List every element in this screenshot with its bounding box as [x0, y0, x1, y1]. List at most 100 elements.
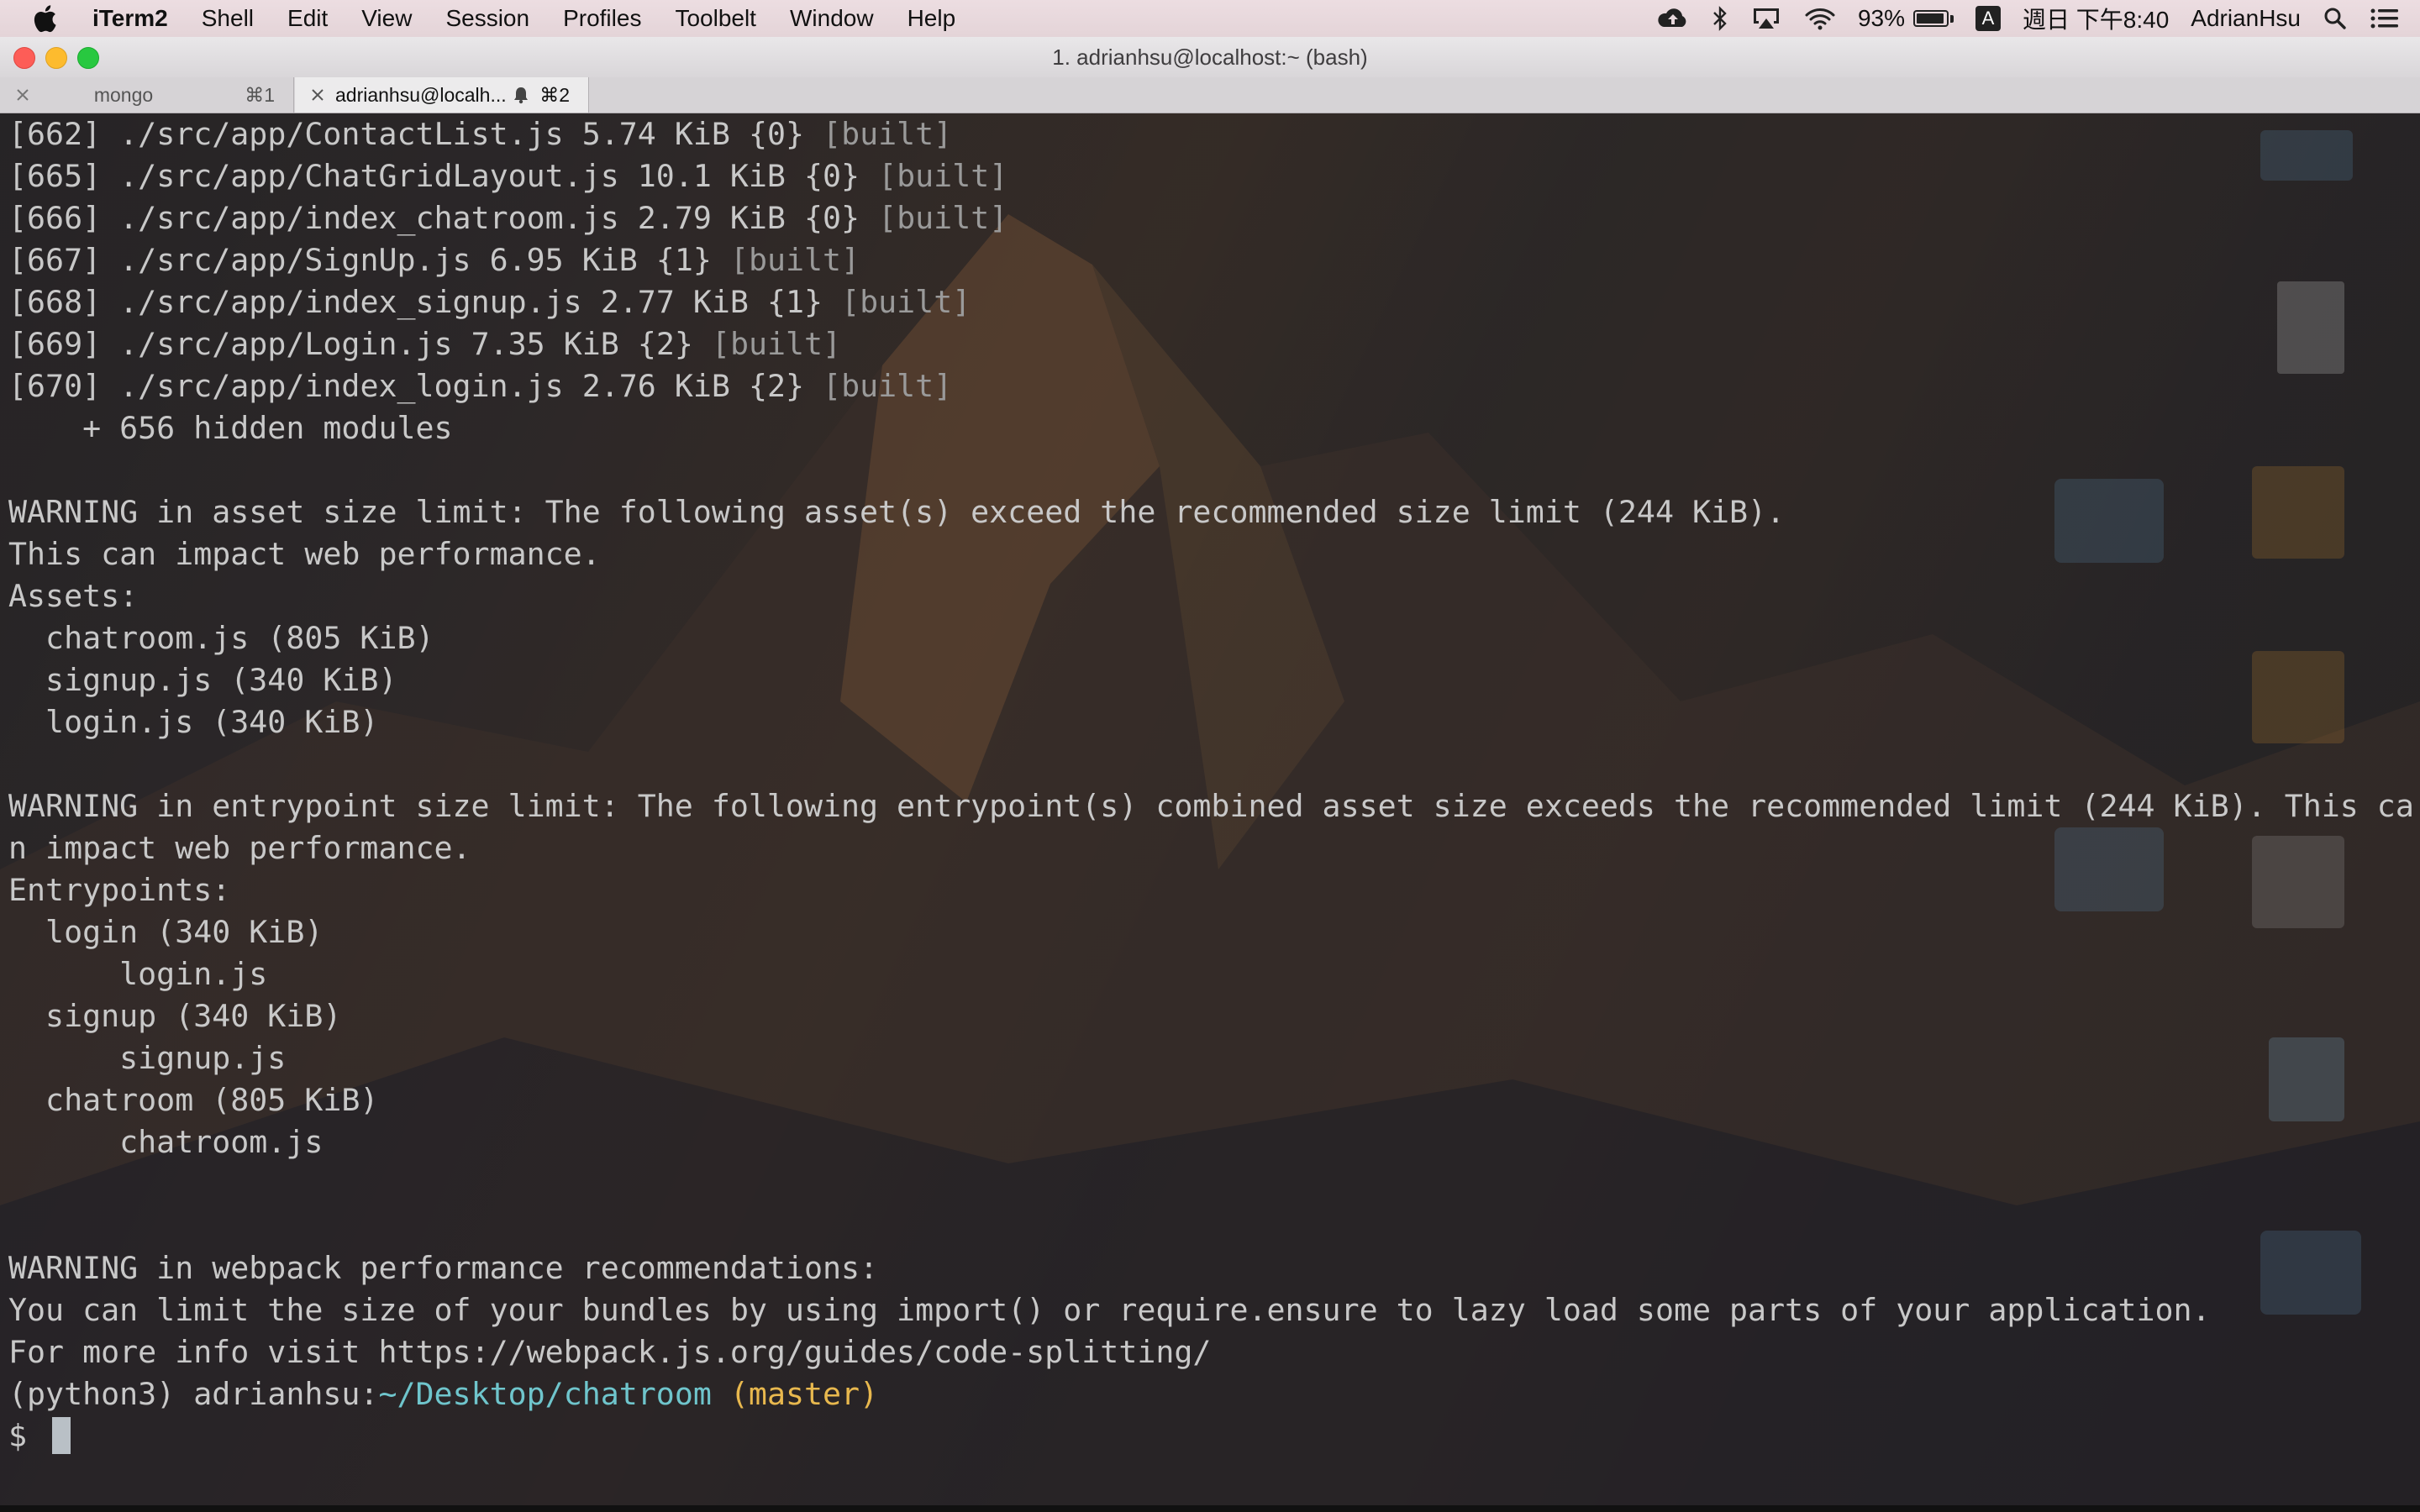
iterm-window: 1. adrianhsu@localhost:~ (bash) mongo ⌘1…: [0, 37, 2420, 1512]
module-id: [666]: [8, 200, 102, 236]
prompt-line: (python3) adrianhsu:~/Desktop/chatroom (…: [8, 1373, 2414, 1415]
module-chunk: {2}: [748, 368, 805, 404]
menu-view[interactable]: View: [361, 5, 412, 32]
cloud-upload-icon[interactable]: [1656, 7, 1690, 30]
menu-session[interactable]: Session: [445, 5, 529, 32]
tab-shortcut: ⌘2: [539, 83, 570, 106]
bell-icon: [514, 87, 528, 104]
asset-warning-line: This can impact web performance.: [8, 536, 601, 572]
module-line: [668] ./src/app/index_signup.js 2.77 KiB…: [8, 281, 2414, 323]
module-line: [662] ./src/app/ContactList.js 5.74 KiB …: [8, 113, 2414, 155]
module-status: [built]: [841, 284, 971, 320]
module-path: ./src/app/index_signup.js: [119, 284, 582, 320]
asset-warning-line: signup.js (340 KiB): [8, 662, 397, 698]
terminal-output: [662] ./src/app/ContactList.js 5.74 KiB …: [8, 113, 2414, 1457]
wifi-icon[interactable]: [1804, 6, 1836, 31]
performance-warning-line: WARNING in webpack performance recommend…: [8, 1250, 879, 1286]
title-bar[interactable]: 1. adrianhsu@localhost:~ (bash): [0, 37, 2420, 78]
prompt-branch: (master): [711, 1376, 879, 1412]
module-path: ./src/app/index_chatroom.js: [119, 200, 619, 236]
clock[interactable]: 週日 下午8:40: [2023, 2, 2169, 35]
menu-shell[interactable]: Shell: [202, 5, 254, 32]
performance-warning-line: You can limit the size of your bundles b…: [8, 1292, 2211, 1328]
entrypoint-warning-line: chatroom.js: [8, 1124, 324, 1160]
tab-label: adrianhsu@localh...: [335, 83, 507, 106]
notification-center-icon[interactable]: [2370, 7, 2400, 30]
prompt-path: ~/Desktop/chatroom: [378, 1376, 712, 1412]
asset-warning-line: chatroom.js (805 KiB): [8, 620, 434, 656]
airplay-icon[interactable]: [1750, 6, 1782, 31]
dock-edge: [0, 1505, 2420, 1512]
module-line: [669] ./src/app/Login.js 7.35 KiB {2} [b…: [8, 323, 2414, 365]
module-size: 7.35 KiB: [471, 326, 619, 362]
module-id: [669]: [8, 326, 102, 362]
module-id: [665]: [8, 158, 102, 194]
module-id: [667]: [8, 242, 102, 278]
module-id: [662]: [8, 116, 102, 152]
module-path: ./src/app/SignUp.js: [119, 242, 471, 278]
tab-close-icon[interactable]: [13, 86, 32, 104]
tab-bar: mongo ⌘1 adrianhsu@localh... ⌘2: [0, 77, 2420, 113]
prompt-symbol: $: [8, 1418, 46, 1454]
entrypoint-warning-line: WARNING in entrypoint size limit: The fo…: [8, 788, 2414, 824]
apple-icon[interactable]: [32, 4, 57, 33]
status-area: 93% A 週日 下午8:40 AdrianHsu: [1634, 2, 2400, 35]
module-path: ./src/app/ChatGridLayout.js: [119, 158, 619, 194]
module-id: [670]: [8, 368, 102, 404]
text-cursor[interactable]: [52, 1416, 71, 1454]
input-method-icon[interactable]: A: [1975, 6, 2001, 31]
input-line[interactable]: $: [8, 1415, 2414, 1457]
module-status: [built]: [823, 116, 953, 152]
module-status: [built]: [878, 158, 1008, 194]
module-path: ./src/app/ContactList.js: [119, 116, 564, 152]
prompt-user: adrianhsu:: [193, 1376, 379, 1412]
user-name[interactable]: AdrianHsu: [2191, 5, 2301, 32]
asset-warning-line: login.js (340 KiB): [8, 704, 379, 740]
battery-percent[interactable]: 93%: [1858, 5, 1905, 32]
module-size: 10.1 KiB: [637, 158, 786, 194]
module-size: 5.74 KiB: [581, 116, 730, 152]
bluetooth-icon[interactable]: [1712, 5, 1728, 32]
module-size: 2.79 KiB: [637, 200, 786, 236]
entrypoint-warning-line: Entrypoints:: [8, 872, 231, 908]
window-title: 1. adrianhsu@localhost:~ (bash): [1052, 45, 1368, 70]
tab-shortcut: ⌘1: [245, 83, 275, 106]
menu-toolbelt[interactable]: Toolbelt: [675, 5, 756, 32]
performance-warning-line: For more info visit https://webpack.js.o…: [8, 1334, 1212, 1370]
entrypoint-warning-line: login (340 KiB): [8, 914, 324, 950]
battery-icon[interactable]: [1912, 10, 1954, 27]
spotlight-search-icon[interactable]: [2323, 6, 2348, 31]
module-line: [667] ./src/app/SignUp.js 6.95 KiB {1} […: [8, 239, 2414, 281]
module-size: 2.77 KiB: [600, 284, 749, 320]
module-size: 6.95 KiB: [489, 242, 638, 278]
tab-mongo[interactable]: mongo ⌘1: [0, 77, 294, 113]
asset-warning-line: Assets:: [8, 578, 139, 614]
battery-level-fill: [1916, 13, 1944, 24]
module-line: [666] ./src/app/index_chatroom.js 2.79 K…: [8, 197, 2414, 239]
tab-bash[interactable]: adrianhsu@localh... ⌘2: [295, 77, 589, 113]
module-path: ./src/app/Login.js: [119, 326, 453, 362]
menu-window[interactable]: Window: [790, 5, 874, 32]
entrypoint-warning-line: n impact web performance.: [8, 830, 471, 866]
module-chunk: {2}: [637, 326, 693, 362]
entrypoint-warning-line: login.js: [8, 956, 268, 992]
module-line: [665] ./src/app/ChatGridLayout.js 10.1 K…: [8, 155, 2414, 197]
menu-profiles[interactable]: Profiles: [563, 5, 641, 32]
menu-help[interactable]: Help: [908, 5, 956, 32]
module-chunk: {0}: [804, 158, 860, 194]
module-chunk: {0}: [748, 116, 805, 152]
hidden-modules-line: + 656 hidden modules: [8, 410, 453, 446]
tab-label: mongo: [93, 83, 154, 106]
entrypoint-warning-line: signup.js: [8, 1040, 287, 1076]
module-size: 2.76 KiB: [581, 368, 730, 404]
module-status: [built]: [711, 326, 842, 362]
module-chunk: {0}: [804, 200, 860, 236]
tab-close-icon[interactable]: [308, 86, 327, 104]
module-status: [built]: [878, 200, 1008, 236]
terminal-pane[interactable]: [662] ./src/app/ContactList.js 5.74 KiB …: [0, 113, 2420, 1512]
entrypoint-warning-line: chatroom (805 KiB): [8, 1082, 379, 1118]
menu-bar: iTerm2 Shell Edit View Session Profiles …: [0, 0, 2420, 37]
module-path: ./src/app/index_login.js: [119, 368, 564, 404]
menu-app-name[interactable]: iTerm2: [92, 5, 168, 32]
menu-edit[interactable]: Edit: [287, 5, 328, 32]
